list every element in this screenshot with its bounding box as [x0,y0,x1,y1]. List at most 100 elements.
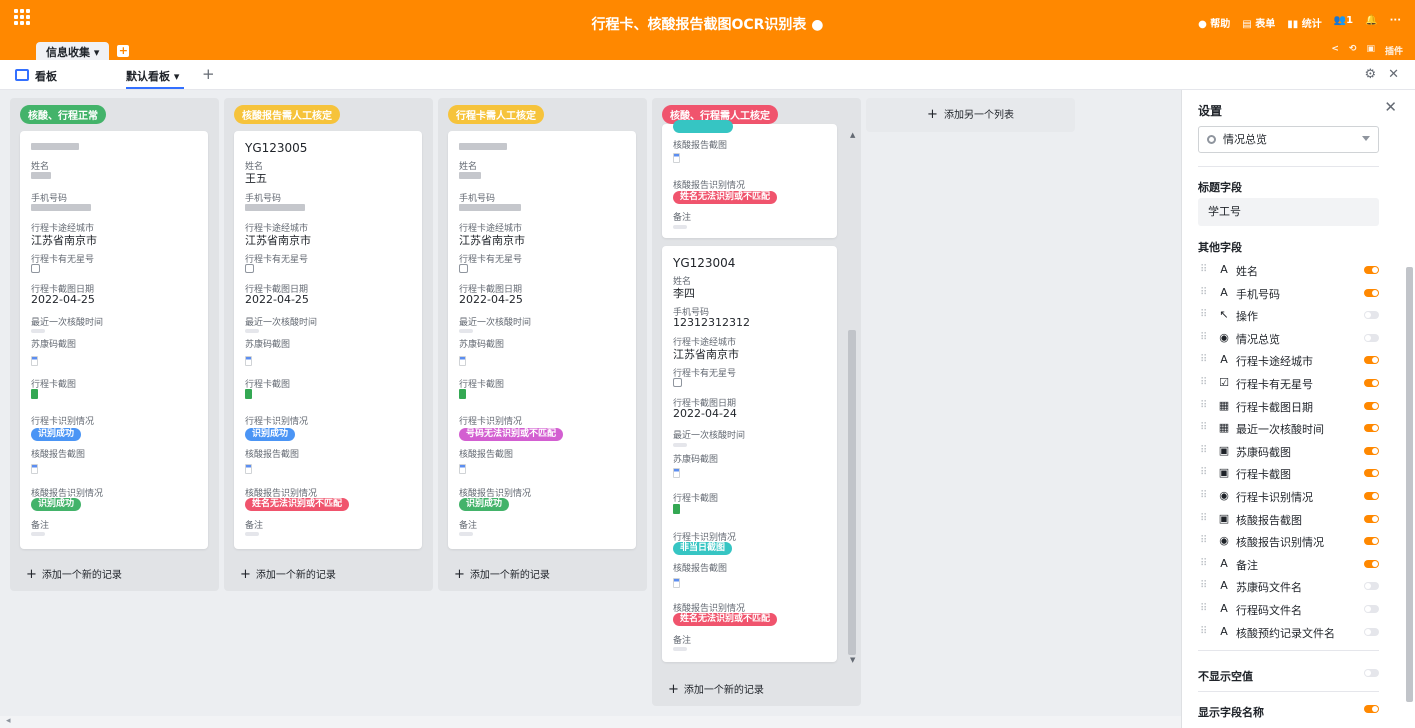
drag-handle-icon[interactable]: ⠿ [1200,309,1207,320]
scroll-left-icon[interactable]: ◂ [6,716,11,726]
drag-handle-icon[interactable]: ⠿ [1200,467,1207,478]
add-record-button[interactable]: + 添加一个新的记录 [240,566,336,582]
field-visibility-toggle[interactable] [1364,627,1379,636]
image-thumbnail[interactable] [245,389,252,399]
image-thumbnail[interactable] [459,389,466,399]
field-row[interactable]: ⠿ A 行程码文件名 [1198,599,1379,619]
form-button[interactable]: ▤ 表单 [1242,15,1275,30]
field-row[interactable]: ⠿ ☑ 行程卡有无星号 [1198,373,1379,393]
drag-handle-icon[interactable]: ⠿ [1200,603,1207,614]
panel-scrollbar[interactable] [1406,267,1413,702]
field-visibility-toggle[interactable] [1364,401,1379,410]
history-icon[interactable]: ⟲ [1349,44,1357,57]
field-visibility-toggle[interactable] [1364,469,1379,478]
field-visibility-toggle[interactable] [1364,311,1379,320]
column-scrollbar[interactable] [848,330,856,655]
gear-icon[interactable]: ⚙ [1364,67,1376,82]
drag-handle-icon[interactable]: ⠿ [1200,490,1207,501]
add-record-button[interactable]: + 添加一个新的记录 [454,566,550,582]
field-row[interactable]: ⠿ ◉ 行程卡识别情况 [1198,486,1379,506]
help-button[interactable]: ● 帮助 [1198,15,1230,30]
record-card[interactable]: 姓名 手机号码 行程卡途经城市 江苏省南京市 行程卡有无星号 行程卡截图日期 2… [448,131,636,549]
add-list-button[interactable]: + 添加另一个列表 [866,98,1075,132]
drag-handle-icon[interactable]: ⠿ [1200,513,1207,524]
record-card[interactable]: YG123004 姓名 李四 手机号码 12312312312 行程卡途经城市 … [662,246,837,662]
stats-button[interactable]: ▮▮ 统计 [1287,15,1322,30]
drag-handle-icon[interactable]: ⠿ [1200,400,1207,411]
field-row[interactable]: ⠿ A 姓名 [1198,260,1379,280]
star-checkbox[interactable] [459,264,468,273]
hide-empty-toggle[interactable] [1364,669,1379,677]
field-row[interactable]: ⠿ A 备注 [1198,554,1379,574]
column-header[interactable]: 核酸、行程正常 [20,105,106,124]
image-thumbnail[interactable] [459,356,466,366]
drag-handle-icon[interactable]: ⠿ [1200,264,1207,275]
drag-handle-icon[interactable]: ⠿ [1200,332,1207,343]
field-row[interactable]: ⠿ ▣ 苏康码截图 [1198,441,1379,461]
more-icon[interactable]: ··· [1390,15,1401,30]
field-visibility-toggle[interactable] [1364,266,1379,274]
title-field-input[interactable]: 学工号 [1198,198,1379,226]
field-visibility-toggle[interactable] [1364,605,1379,613]
image-thumbnail[interactable] [673,153,680,163]
add-record-button[interactable]: + 添加一个新的记录 [26,566,122,582]
field-visibility-toggle[interactable] [1364,492,1379,500]
drag-handle-icon[interactable]: ⠿ [1200,354,1207,365]
field-row[interactable]: ⠿ ▣ 行程卡截图 [1198,463,1379,483]
drag-handle-icon[interactable]: ⠿ [1200,558,1207,569]
image-thumbnail[interactable] [673,468,680,478]
column-header[interactable]: 核酸报告需人工核定 [234,105,340,124]
image-thumbnail[interactable] [459,464,466,474]
field-visibility-toggle[interactable] [1364,356,1379,365]
field-visibility-toggle[interactable] [1364,333,1379,342]
field-row[interactable]: ⠿ ▦ 最近一次核酸时间 [1198,418,1379,438]
drag-handle-icon[interactable]: ⠿ [1200,377,1207,388]
record-card[interactable]: 核酸报告截图 核酸报告识别情况 姓名无法识别或不匹配 备注 [662,120,837,238]
record-card[interactable]: 姓名 手机号码 行程卡途经城市 江苏省南京市 行程卡有无星号 行程卡截图日期 2… [20,131,208,549]
close-icon[interactable]: ✕ [1384,98,1397,116]
record-card[interactable]: YG123005 姓名 王五 手机号码 行程卡途经城市 江苏省南京市 行程卡有无… [234,131,422,549]
scroll-down-icon[interactable]: ▼ [850,656,855,664]
plugin-button[interactable]: 插件 [1385,44,1403,57]
close-icon[interactable]: ✕ [1388,67,1399,82]
field-visibility-toggle[interactable] [1364,424,1379,433]
field-visibility-toggle[interactable] [1364,537,1379,546]
field-row[interactable]: ⠿ ▣ 核酸报告截图 [1198,509,1379,529]
field-row[interactable]: ⠿ ◉ 核酸报告识别情况 [1198,531,1379,551]
star-checkbox[interactable] [673,378,682,387]
add-table-button[interactable]: + [117,45,130,57]
image-thumbnail[interactable] [245,356,252,366]
image-thumbnail[interactable] [673,504,680,514]
group-by-select[interactable]: 情况总览 [1198,126,1379,153]
field-visibility-toggle[interactable] [1364,582,1379,591]
members-button[interactable]: 👥1 [1334,15,1353,30]
scroll-up-icon[interactable]: ▲ [850,131,855,139]
field-visibility-toggle[interactable] [1364,288,1379,297]
star-checkbox[interactable] [245,264,254,273]
field-row[interactable]: ⠿ ◉ 情况总览 [1198,328,1379,348]
star-checkbox[interactable] [31,264,40,273]
image-thumbnail[interactable] [31,389,38,399]
field-row[interactable]: ⠿ A 手机号码 [1198,283,1379,303]
field-row[interactable]: ⠿ A 行程卡途经城市 [1198,350,1379,370]
column-header[interactable]: 行程卡需人工核定 [448,105,544,124]
drag-handle-icon[interactable]: ⠿ [1200,626,1207,637]
field-row[interactable]: ⠿ ▦ 行程卡截图日期 [1198,396,1379,416]
field-visibility-toggle[interactable] [1364,559,1379,568]
field-visibility-toggle[interactable] [1364,514,1379,523]
field-row[interactable]: ⠿ A 苏康码文件名 [1198,576,1379,596]
field-row[interactable]: ⠿ ↖ 操作 [1198,305,1379,325]
field-visibility-toggle[interactable] [1364,379,1379,387]
field-visibility-toggle[interactable] [1364,446,1379,455]
image-thumbnail[interactable] [31,356,38,366]
drag-handle-icon[interactable]: ⠿ [1200,422,1207,433]
drag-handle-icon[interactable]: ⠿ [1200,445,1207,456]
show-names-toggle[interactable] [1364,705,1379,713]
field-row[interactable]: ⠿ A 核酸预约记录文件名 [1198,622,1379,642]
image-thumbnail[interactable] [245,464,252,474]
image-thumbnail[interactable] [673,578,680,588]
tab-info-collect[interactable]: 信息收集 ▾ [36,42,110,60]
drag-handle-icon[interactable]: ⠿ [1200,287,1207,298]
template-icon[interactable]: ▣ [1366,44,1375,57]
drag-handle-icon[interactable]: ⠿ [1200,535,1207,546]
